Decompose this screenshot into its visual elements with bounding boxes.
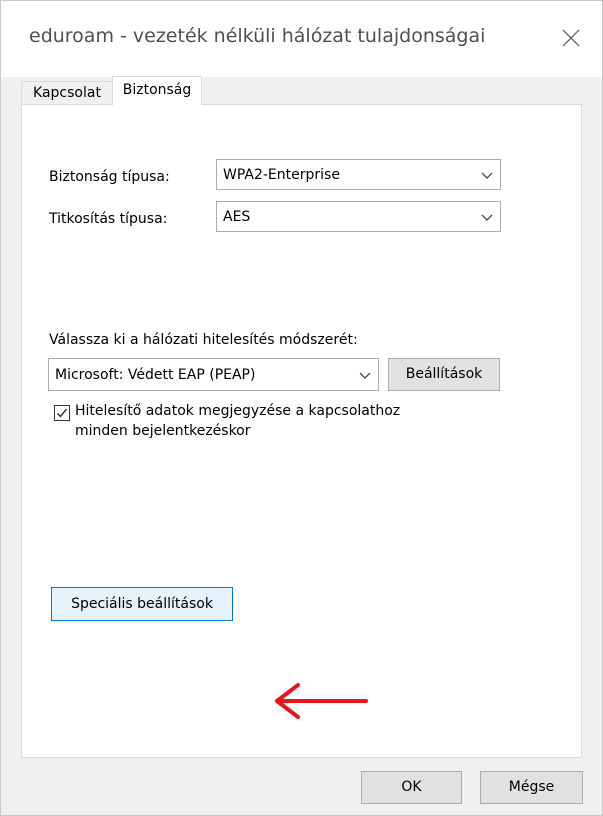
window-title: eduroam - vezeték nélküli hálózat tulajd…	[29, 25, 486, 47]
chevron-down-icon	[481, 214, 493, 221]
chevron-down-icon	[359, 372, 371, 379]
checkmark-icon	[57, 408, 68, 418]
red-arrow-left-icon	[275, 683, 368, 719]
cancel-button[interactable]: Mégse	[480, 771, 583, 804]
security-type-value: WPA2-Enterprise	[223, 167, 340, 183]
title-bar: eduroam - vezeték nélküli hálózat tulajd…	[1, 1, 602, 77]
close-icon	[562, 29, 580, 47]
ok-button[interactable]: OK	[361, 771, 462, 804]
tab-connection[interactable]: Kapcsolat	[21, 81, 113, 105]
security-type-label: Biztonság típusa:	[49, 169, 170, 185]
advanced-settings-button[interactable]: Speciális beállítások	[51, 587, 233, 621]
auth-method-dropdown[interactable]: Microsoft: Védett EAP (PEAP)	[48, 358, 379, 391]
encryption-type-dropdown[interactable]: AES	[216, 201, 501, 232]
auth-method-label: Válassza ki a hálózati hitelesítés módsz…	[49, 332, 358, 348]
auth-method-value: Microsoft: Védett EAP (PEAP)	[55, 367, 256, 383]
remember-credentials-checkbox[interactable]	[54, 405, 70, 421]
remember-credentials-label-line2: minden bejelentkezéskor	[75, 423, 251, 439]
properties-dialog: eduroam - vezeték nélküli hálózat tulajd…	[0, 0, 603, 816]
tab-security[interactable]: Biztonság	[112, 76, 202, 105]
remember-credentials-label-line1: Hitelesítő adatok megjegyzése a kapcsola…	[75, 403, 401, 419]
close-button[interactable]	[542, 1, 602, 77]
encryption-type-value: AES	[223, 209, 251, 225]
chevron-down-icon	[481, 172, 493, 179]
security-tab-panel: Biztonság típusa: WPA2-Enterprise Titkos…	[21, 104, 582, 758]
auth-settings-button[interactable]: Beállítások	[388, 358, 500, 391]
encryption-type-label: Titkosítás típusa:	[49, 211, 168, 227]
security-type-dropdown[interactable]: WPA2-Enterprise	[216, 159, 501, 190]
